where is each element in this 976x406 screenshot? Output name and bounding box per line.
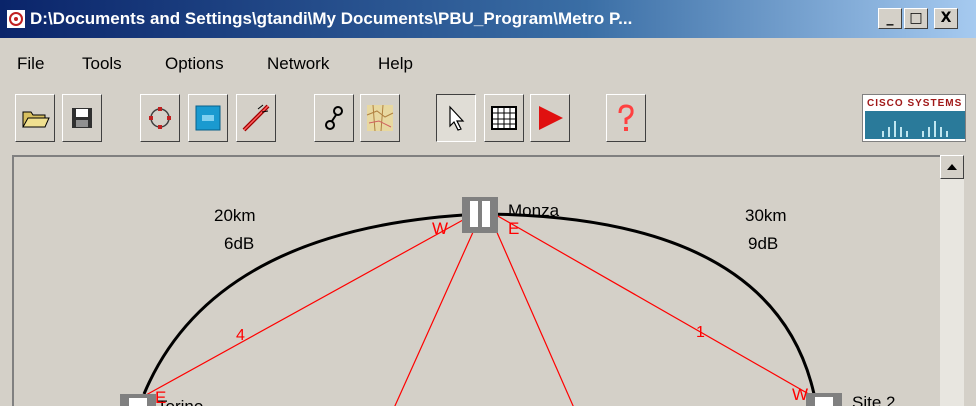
help-icon [618, 104, 634, 131]
connection-label: 1 [696, 324, 705, 341]
arrow-up-icon [947, 164, 957, 170]
maximize-button[interactable]: □ [904, 8, 928, 29]
menu-file[interactable]: File [17, 54, 44, 74]
connection-label: 4 [236, 327, 245, 344]
pointer-icon [449, 105, 465, 131]
ring-icon [149, 107, 171, 129]
port-label-west: W [792, 385, 808, 404]
run-button[interactable] [530, 94, 570, 142]
menu-options[interactable]: Options [165, 54, 224, 74]
span-loss-label: 9dB [748, 234, 778, 253]
close-button[interactable]: X [934, 8, 958, 29]
network-diagram: Monza W E Torino E Site 2 W 20km 6dB 30k… [120, 197, 895, 406]
connection-icon [325, 106, 343, 130]
map-icon [366, 104, 394, 132]
node-label-site-2: Site 2 [852, 393, 895, 406]
node-monza[interactable] [462, 197, 498, 233]
node-tool-button[interactable] [188, 94, 228, 142]
span-distance-label: 30km [745, 206, 787, 225]
connection-line[interactable] [491, 220, 574, 406]
grid-table-icon [491, 106, 517, 130]
fiber-link-button[interactable] [236, 94, 276, 142]
play-icon [539, 106, 563, 130]
save-icon [72, 108, 92, 128]
window-frame [964, 155, 976, 406]
map-button[interactable] [360, 94, 400, 142]
menu-help[interactable]: Help [378, 54, 413, 74]
ring-tool-button[interactable] [140, 94, 180, 142]
node-label-monza: Monza [508, 201, 560, 220]
scroll-up-button[interactable] [940, 155, 964, 179]
minimize-button[interactable]: _ [878, 8, 902, 29]
brand-text: CISCO SYSTEMS [867, 98, 963, 109]
open-button[interactable] [15, 94, 55, 142]
cisco-logo: CISCO SYSTEMS [862, 94, 966, 142]
port-label-east: E [155, 388, 166, 406]
network-canvas[interactable]: Monza W E Torino E Site 2 W 20km 6dB 30k… [12, 155, 940, 406]
menu-tools[interactable]: Tools [82, 54, 122, 74]
menu-network[interactable]: Network [267, 54, 329, 74]
span-distance-label: 20km [214, 206, 256, 225]
fiber-link-icon [242, 104, 270, 132]
port-label-west: W [432, 219, 448, 238]
node-torino[interactable] [120, 394, 156, 406]
connection-button[interactable] [314, 94, 354, 142]
toolbar: CISCO SYSTEMS [0, 88, 976, 150]
node-icon [195, 105, 221, 131]
app-icon [7, 10, 25, 28]
table-view-button[interactable] [484, 94, 524, 142]
span-loss-label: 6dB [224, 234, 254, 253]
window-title: D:\Documents and Settings\gtandi\My Docu… [30, 9, 633, 28]
node-site-2[interactable] [806, 393, 842, 406]
connection-line[interactable] [145, 214, 473, 396]
vertical-scrollbar[interactable] [940, 155, 964, 406]
open-folder-icon [22, 111, 50, 128]
select-pointer-button[interactable] [436, 94, 476, 142]
title-bar[interactable]: D:\Documents and Settings\gtandi\My Docu… [0, 0, 976, 38]
port-label-east: E [508, 219, 519, 238]
save-button[interactable] [62, 94, 102, 142]
help-button[interactable] [606, 94, 646, 142]
scroll-track[interactable] [940, 179, 964, 406]
cisco-bridge-icon [865, 111, 965, 139]
connection-line[interactable] [394, 220, 479, 406]
